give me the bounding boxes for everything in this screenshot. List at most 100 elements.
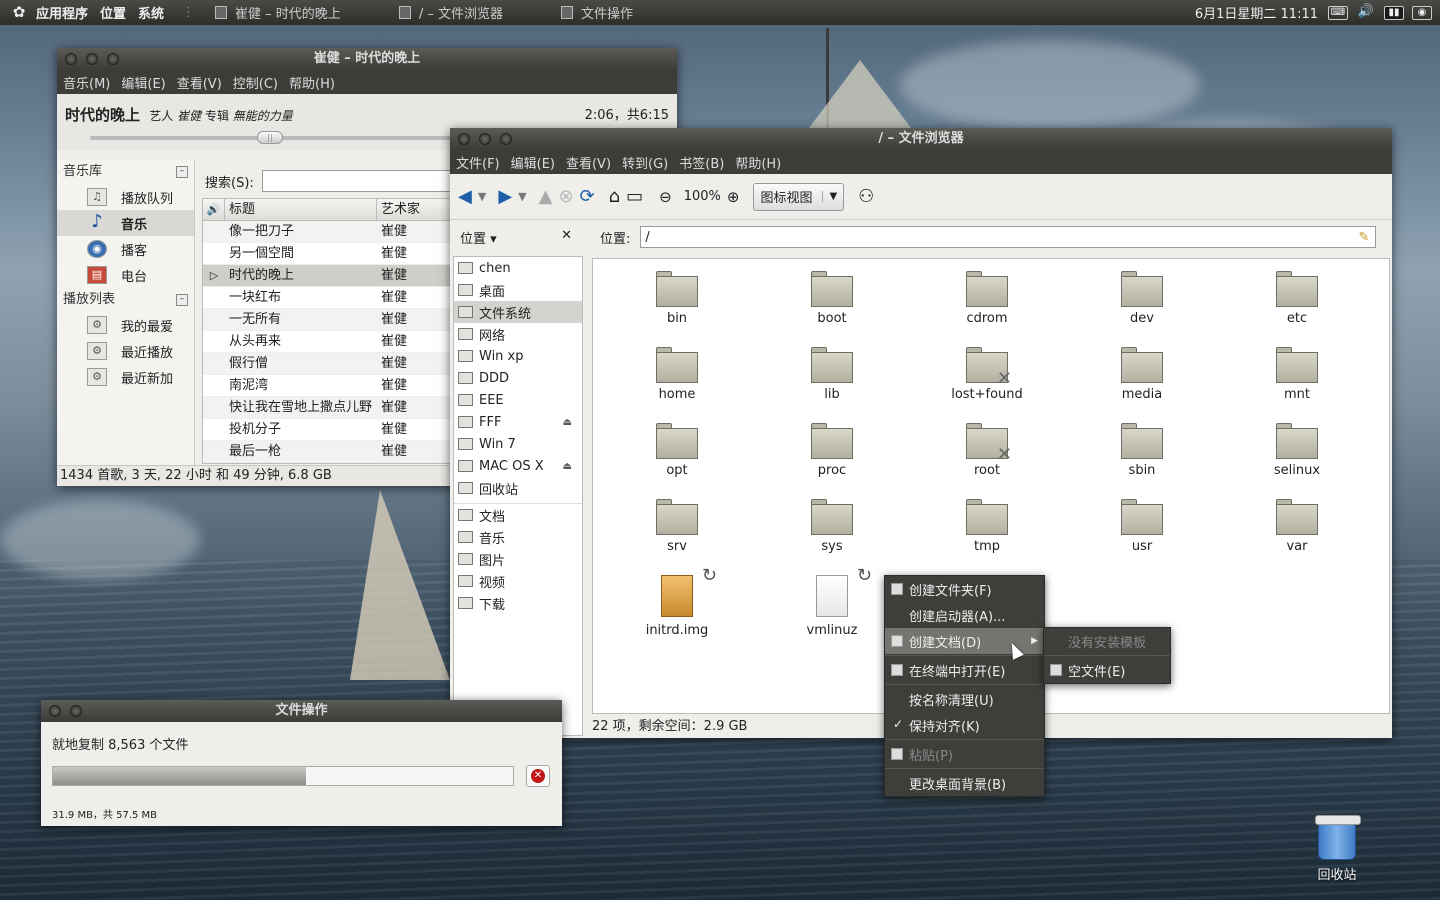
sidebar-place-item[interactable]: EEE <box>454 389 582 411</box>
maximize-button[interactable] <box>107 53 119 65</box>
gnome-foot-icon[interactable]: ✿ <box>8 3 30 23</box>
close-button[interactable] <box>49 705 61 717</box>
table-row[interactable]: 一无所有 崔健 <box>203 309 451 331</box>
file-item[interactable]: dev <box>1092 271 1192 326</box>
zoom-level[interactable]: 100% <box>684 189 721 204</box>
menu-item[interactable]: ✓ 保持对齐(K) <box>885 712 1044 738</box>
menu-control[interactable]: 控制(C) <box>233 73 278 92</box>
minimize-button[interactable] <box>70 705 82 717</box>
zoom-in-icon[interactable]: ⊕ <box>727 182 740 212</box>
table-row[interactable]: 最后一枪 崔健 <box>203 441 451 463</box>
collapse-icon[interactable]: – <box>176 294 188 306</box>
table-row[interactable]: 另一個空間 崔健 <box>203 243 451 265</box>
source-item-music[interactable]: ♪ 音乐 <box>57 210 194 236</box>
home-icon[interactable]: ⌂ <box>609 182 620 212</box>
file-item[interactable]: media <box>1092 347 1192 402</box>
forward-dropdown-icon[interactable]: ▼ <box>518 182 526 212</box>
collapse-icon[interactable]: – <box>176 166 188 178</box>
close-button[interactable] <box>458 133 470 145</box>
file-item[interactable]: home <box>627 347 727 402</box>
sidebar-bookmark-item[interactable]: 下载 <box>454 592 582 614</box>
stop-icon[interactable]: ⊗ <box>558 182 573 212</box>
file-item[interactable]: usr <box>1092 499 1192 554</box>
network-monitor-icon[interactable]: ▮▮ <box>1384 5 1404 20</box>
eject-icon[interactable]: ⏏ <box>563 461 572 472</box>
sidebar-bookmark-item[interactable]: 视频 <box>454 570 582 592</box>
table-row[interactable]: 一块红布 崔健 <box>203 287 451 309</box>
taskbar-item-fileop[interactable]: 文件操作 <box>560 3 633 22</box>
clear-broom-icon[interactable]: ✎ <box>1358 230 1369 245</box>
computer-icon[interactable]: ▭ <box>626 182 643 212</box>
file-item[interactable]: mnt <box>1247 347 1347 402</box>
seek-slider[interactable] <box>90 136 510 140</box>
zoom-out-icon[interactable]: ⊖ <box>659 182 672 212</box>
volume-icon[interactable]: 🔊 <box>1356 5 1376 20</box>
table-row[interactable]: 像一把刀子 崔健 <box>203 221 451 243</box>
sidebar-place-item[interactable]: 桌面 <box>454 279 582 301</box>
sidebar-place-item[interactable]: 回收站 <box>454 477 582 499</box>
menu-help[interactable]: 帮助(H) <box>289 73 335 92</box>
places-dropdown[interactable]: 位置 ▾ ✕ <box>450 228 582 247</box>
minimize-button[interactable] <box>86 53 98 65</box>
file-item[interactable]: sbin <box>1092 423 1192 478</box>
panel-menu-applications[interactable]: 应用程序 <box>36 3 88 22</box>
table-row[interactable]: 投机分子 崔健 <box>203 419 451 441</box>
search-binoculars-icon[interactable]: ⚇ <box>858 182 874 212</box>
titlebar[interactable]: 崔健 – 时代的晚上 <box>57 48 677 70</box>
file-item[interactable]: ✕ lost+found <box>937 347 1037 402</box>
sidebar-bookmark-item[interactable]: 音乐 <box>454 526 582 548</box>
table-row[interactable]: 从头再来 崔健 <box>203 331 451 353</box>
sidebar-place-item[interactable]: 文件系统 <box>454 301 582 323</box>
panel-menu-system[interactable]: 系统 <box>138 3 164 22</box>
table-row[interactable]: 快让我在雪地上撒点儿野 崔健 <box>203 397 451 419</box>
eject-icon[interactable]: ⏏ <box>563 417 572 428</box>
table-row[interactable]: 假行僧 崔健 <box>203 353 451 375</box>
keyboard-icon[interactable]: ⌨ <box>1328 5 1348 20</box>
menu-item[interactable]: 更改桌面背景(B) <box>885 770 1044 796</box>
menu-item[interactable]: 创建文件夹(F) <box>885 576 1044 602</box>
column-title[interactable]: 标题 <box>225 199 377 220</box>
playlist-item[interactable]: ⚙ 最近新加 <box>57 364 194 390</box>
menu-bookmarks[interactable]: 书签(B) <box>679 153 724 172</box>
sidebar-place-item[interactable]: chen <box>454 257 582 279</box>
close-sidebar-icon[interactable]: ✕ <box>561 228 572 247</box>
taskbar-item-rhythmbox[interactable]: 崔健 – 时代的晚上 <box>215 3 341 22</box>
maximize-button[interactable] <box>500 133 512 145</box>
column-artist[interactable]: 艺术家 <box>377 199 420 220</box>
playlist-item[interactable]: ⚙ 最近播放 <box>57 338 194 364</box>
minimize-button[interactable] <box>479 133 491 145</box>
menu-edit[interactable]: 编辑(E) <box>121 73 165 92</box>
menu-item[interactable]: 在终端中打开(E) <box>885 657 1044 683</box>
location-field[interactable]: / ✎ <box>640 226 1377 248</box>
menu-view[interactable]: 查看(V) <box>177 73 222 92</box>
source-item-queue[interactable]: ♫ 播放队列 <box>57 184 194 210</box>
source-item-radio[interactable]: ▤ 电台 <box>57 262 194 288</box>
sidebar-place-item[interactable]: Win xp <box>454 345 582 367</box>
user-icon[interactable]: ◉ <box>1412 5 1432 20</box>
menu-file[interactable]: 文件(F) <box>456 153 500 172</box>
sidebar-place-item[interactable]: Win 7 <box>454 433 582 455</box>
file-item[interactable]: selinux <box>1247 423 1347 478</box>
sidebar-bookmark-item[interactable]: 图片 <box>454 548 582 570</box>
desktop-trash[interactable]: 回收站 <box>1306 815 1368 883</box>
reload-icon[interactable]: ⟳ <box>580 182 595 212</box>
menu-go[interactable]: 转到(G) <box>622 153 668 172</box>
cancel-button[interactable]: ✕ <box>526 765 550 787</box>
menu-music[interactable]: 音乐(M) <box>63 73 110 92</box>
menu-view[interactable]: 查看(V) <box>566 153 611 172</box>
file-item[interactable]: var <box>1247 499 1347 554</box>
file-item[interactable]: tmp <box>937 499 1037 554</box>
view-mode-select[interactable]: 图标视图 ▼ <box>753 182 845 211</box>
seek-handle[interactable]: || <box>257 131 283 144</box>
menu-item[interactable]: 创建启动器(A)... <box>885 602 1044 628</box>
back-arrow-icon[interactable]: ◀ <box>458 182 472 212</box>
playlist-item[interactable]: ⚙ 我的最爱 <box>57 312 194 338</box>
file-item[interactable]: srv <box>627 499 727 554</box>
file-item[interactable]: boot <box>782 271 882 326</box>
menu-edit[interactable]: 编辑(E) <box>511 153 555 172</box>
file-item[interactable]: opt <box>627 423 727 478</box>
titlebar[interactable]: / – 文件浏览器 <box>450 128 1392 150</box>
search-input[interactable] <box>261 170 452 192</box>
file-item[interactable]: ↻ vmlinuz <box>782 565 882 638</box>
sidebar-bookmark-item[interactable]: 文档 <box>454 504 582 526</box>
